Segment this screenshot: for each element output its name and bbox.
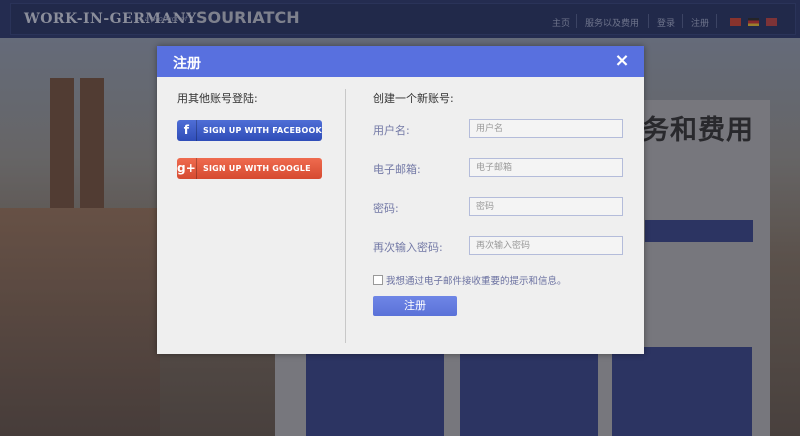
create-account-heading: 创建一个新账号: [373, 92, 454, 105]
facebook-icon: f [177, 120, 197, 141]
confirm-password-input[interactable] [469, 236, 623, 255]
newsletter-label[interactable]: 我想通过电子邮件接收重要的提示和信息。 [386, 273, 567, 287]
google-signup-label: SIGN UP WITH GOOGLE [203, 164, 311, 173]
username-input[interactable] [469, 119, 623, 138]
email-label: 电子邮箱: [373, 163, 421, 176]
google-plus-icon: g+ [177, 158, 197, 179]
social-login-heading: 用其他账号登陆: [177, 92, 258, 105]
facebook-signup-button[interactable]: f SIGN UP WITH FACEBOOK [177, 120, 322, 141]
confirm-password-label: 再次输入密码: [373, 241, 443, 254]
username-label: 用户名: [373, 124, 410, 137]
modal-title: 注册 [173, 56, 201, 72]
close-icon[interactable]: × [614, 52, 630, 70]
column-divider [345, 89, 346, 343]
register-modal: 注册 × 用其他账号登陆: f SIGN UP WITH FACEBOOK g+… [157, 46, 644, 354]
facebook-signup-label: SIGN UP WITH FACEBOOK [203, 126, 322, 135]
register-submit-button[interactable]: 注册 [373, 296, 457, 316]
email-input[interactable] [469, 158, 623, 177]
password-input[interactable] [469, 197, 623, 216]
google-signup-button[interactable]: g+ SIGN UP WITH GOOGLE [177, 158, 322, 179]
modal-header: 注册 × [157, 46, 644, 77]
password-label: 密码: [373, 202, 399, 215]
newsletter-checkbox[interactable] [373, 275, 383, 285]
